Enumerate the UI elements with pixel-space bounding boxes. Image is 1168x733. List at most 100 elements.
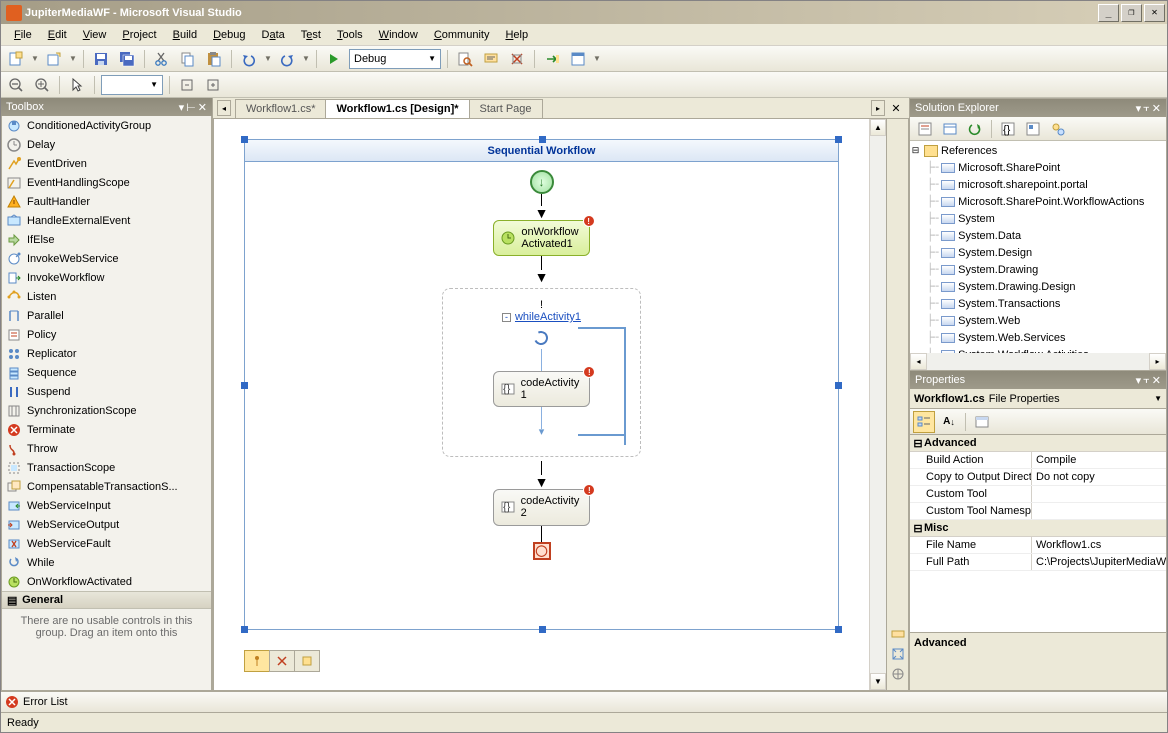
toolbox-item[interactable]: Delay (2, 135, 211, 154)
redo-button[interactable] (276, 48, 298, 70)
collapse-button[interactable] (202, 74, 224, 96)
dropdown-icon[interactable]: ▾ (179, 101, 185, 114)
property-row[interactable]: Custom Tool (910, 486, 1166, 503)
activity-codeactivity1[interactable]: {} codeActivity 1 ! (493, 371, 591, 407)
add-item-button[interactable] (43, 48, 65, 70)
view-workflow[interactable] (244, 650, 270, 672)
view-cancel-handlers[interactable] (269, 650, 295, 672)
toolbox-item[interactable]: Replicator (2, 344, 211, 363)
paste-button[interactable] (203, 48, 225, 70)
close-icon[interactable]: ✕ (1152, 374, 1161, 387)
properties-grid[interactable]: ⊟Advanced Build ActionCompileCopy to Out… (910, 435, 1166, 632)
toolbox-item[interactable]: EventDriven (2, 154, 211, 173)
dropdown-icon[interactable]: ▾ (1136, 374, 1142, 387)
activity-while[interactable]: ! -whileActivity1 {} codeActivity 1 ! (442, 288, 642, 457)
zoom-in-button[interactable] (31, 74, 53, 96)
property-row[interactable]: Build ActionCompile (910, 452, 1166, 469)
solution-explorer-button[interactable] (567, 48, 589, 70)
category-misc[interactable]: ⊟Misc (910, 520, 1166, 537)
view-code-button[interactable]: {} (997, 118, 1019, 140)
expand-button[interactable] (176, 74, 198, 96)
view-designer-button[interactable] (1022, 118, 1044, 140)
refresh-button[interactable] (964, 118, 986, 140)
menu-view[interactable]: View (76, 26, 114, 44)
reference-item[interactable]: ├╌Microsoft.SharePoint (910, 159, 1166, 176)
pin-icon[interactable]: ⊢ (186, 101, 196, 114)
reference-item[interactable]: ├╌System.Design (910, 244, 1166, 261)
canvas-vscroll[interactable]: ▲▼ (869, 119, 886, 690)
find-in-files-button[interactable] (454, 48, 476, 70)
reference-item[interactable]: ├╌System.Transactions (910, 295, 1166, 312)
new-dropdown[interactable]: ▼ (31, 48, 39, 70)
view-fault-handlers[interactable] (294, 650, 320, 672)
reference-item[interactable]: ├╌microsoft.sharepoint.portal (910, 176, 1166, 193)
activity-codeactivity2[interactable]: {} codeActivity 2 ! (493, 489, 591, 525)
toolbox-item[interactable]: CompensatableTransactionS... (2, 477, 211, 496)
categorized-button[interactable] (913, 411, 935, 433)
dropdown-icon[interactable]: ▾ (1136, 102, 1142, 115)
tab-scroll-left[interactable]: ◂ (217, 100, 231, 116)
reference-item[interactable]: ├╌System.Drawing (910, 261, 1166, 278)
reference-item[interactable]: ├╌System.Web.Services (910, 329, 1166, 346)
save-all-button[interactable] (116, 48, 138, 70)
solution-tree[interactable]: ⊟References ├╌Microsoft.SharePoint ├╌mic… (910, 141, 1166, 353)
undo-dropdown[interactable]: ▼ (264, 48, 272, 70)
reference-item[interactable]: ├╌System.Web (910, 312, 1166, 329)
toolbox-item[interactable]: Parallel (2, 306, 211, 325)
minimize-button[interactable]: _ (1098, 4, 1119, 22)
menu-build[interactable]: Build (166, 26, 204, 44)
pan-icon[interactable] (890, 666, 906, 682)
window-dropdown[interactable]: ▼ (593, 48, 601, 70)
close-button[interactable]: ✕ (1144, 4, 1165, 22)
fit-icon[interactable] (890, 646, 906, 662)
toolbox-item[interactable]: WebServiceFault (2, 534, 211, 553)
property-row[interactable]: Custom Tool Namespace (910, 503, 1166, 520)
toolbox-item[interactable]: InvokeWebService (2, 249, 211, 268)
activity-onworkflowactivated[interactable]: onWorkflow Activated1 ! (493, 220, 589, 256)
workflow-root[interactable]: Sequential Workflow ↓ ▼ onWorkflow Activ… (244, 139, 839, 630)
toolbox-item[interactable]: Throw (2, 439, 211, 458)
uncomment-button[interactable] (506, 48, 528, 70)
zoom-out-button[interactable] (5, 74, 27, 96)
reference-item[interactable]: ├╌System.Workflow.Activities (910, 346, 1166, 353)
undo-button[interactable] (238, 48, 260, 70)
property-row[interactable]: Copy to Output DirectoryDo not copy (910, 469, 1166, 486)
tab-workflow-code[interactable]: Workflow1.cs* (235, 99, 326, 118)
toolbox-item[interactable]: Sequence (2, 363, 211, 382)
reference-item[interactable]: ├╌Microsoft.SharePoint.WorkflowActions (910, 193, 1166, 210)
pointer-button[interactable] (66, 74, 88, 96)
toolbox-group-general[interactable]: ▤ General (2, 591, 211, 609)
config-combo[interactable]: Debug▼ (349, 49, 441, 69)
redo-dropdown[interactable]: ▼ (302, 48, 310, 70)
class-view-button[interactable] (1047, 118, 1069, 140)
properties-title[interactable]: Properties ▾ ⫟ ✕ (910, 371, 1166, 389)
restore-button[interactable]: ❐ (1121, 4, 1142, 22)
tab-start-page[interactable]: Start Page (469, 99, 543, 118)
toolbox-item[interactable]: Policy (2, 325, 211, 344)
toolbox-item[interactable]: Terminate (2, 420, 211, 439)
menu-data[interactable]: Data (255, 26, 292, 44)
alphabetical-button[interactable]: A↓ (938, 411, 960, 433)
close-icon[interactable]: ✕ (1152, 102, 1161, 115)
properties-object-combo[interactable]: Workflow1.cs File Properties ▼ (910, 389, 1166, 409)
save-button[interactable] (90, 48, 112, 70)
toolbox-item[interactable]: WebServiceInput (2, 496, 211, 515)
toolbox-item[interactable]: Listen (2, 287, 211, 306)
copy-button[interactable] (177, 48, 199, 70)
toolbox-item[interactable]: HandleExternalEvent (2, 211, 211, 230)
toolbox-item[interactable]: ConditionedActivityGroup (2, 116, 211, 135)
tab-scroll-right[interactable]: ▸ (871, 100, 885, 116)
menu-file[interactable]: File (7, 26, 39, 44)
menu-community[interactable]: Community (427, 26, 497, 44)
reference-item[interactable]: ├╌System.Data (910, 227, 1166, 244)
menu-help[interactable]: Help (498, 26, 535, 44)
menu-window[interactable]: Window (372, 26, 425, 44)
menu-test[interactable]: Test (294, 26, 328, 44)
toolbox-item[interactable]: TransactionScope (2, 458, 211, 477)
step-into-button[interactable] (541, 48, 563, 70)
properties-button[interactable] (914, 118, 936, 140)
close-icon[interactable]: ✕ (198, 101, 207, 114)
error-list-tab[interactable]: Error List (1, 691, 1167, 712)
toolbox-item[interactable]: While (2, 553, 211, 572)
titlebar[interactable]: JupiterMediaWF - Microsoft Visual Studio… (1, 1, 1167, 24)
